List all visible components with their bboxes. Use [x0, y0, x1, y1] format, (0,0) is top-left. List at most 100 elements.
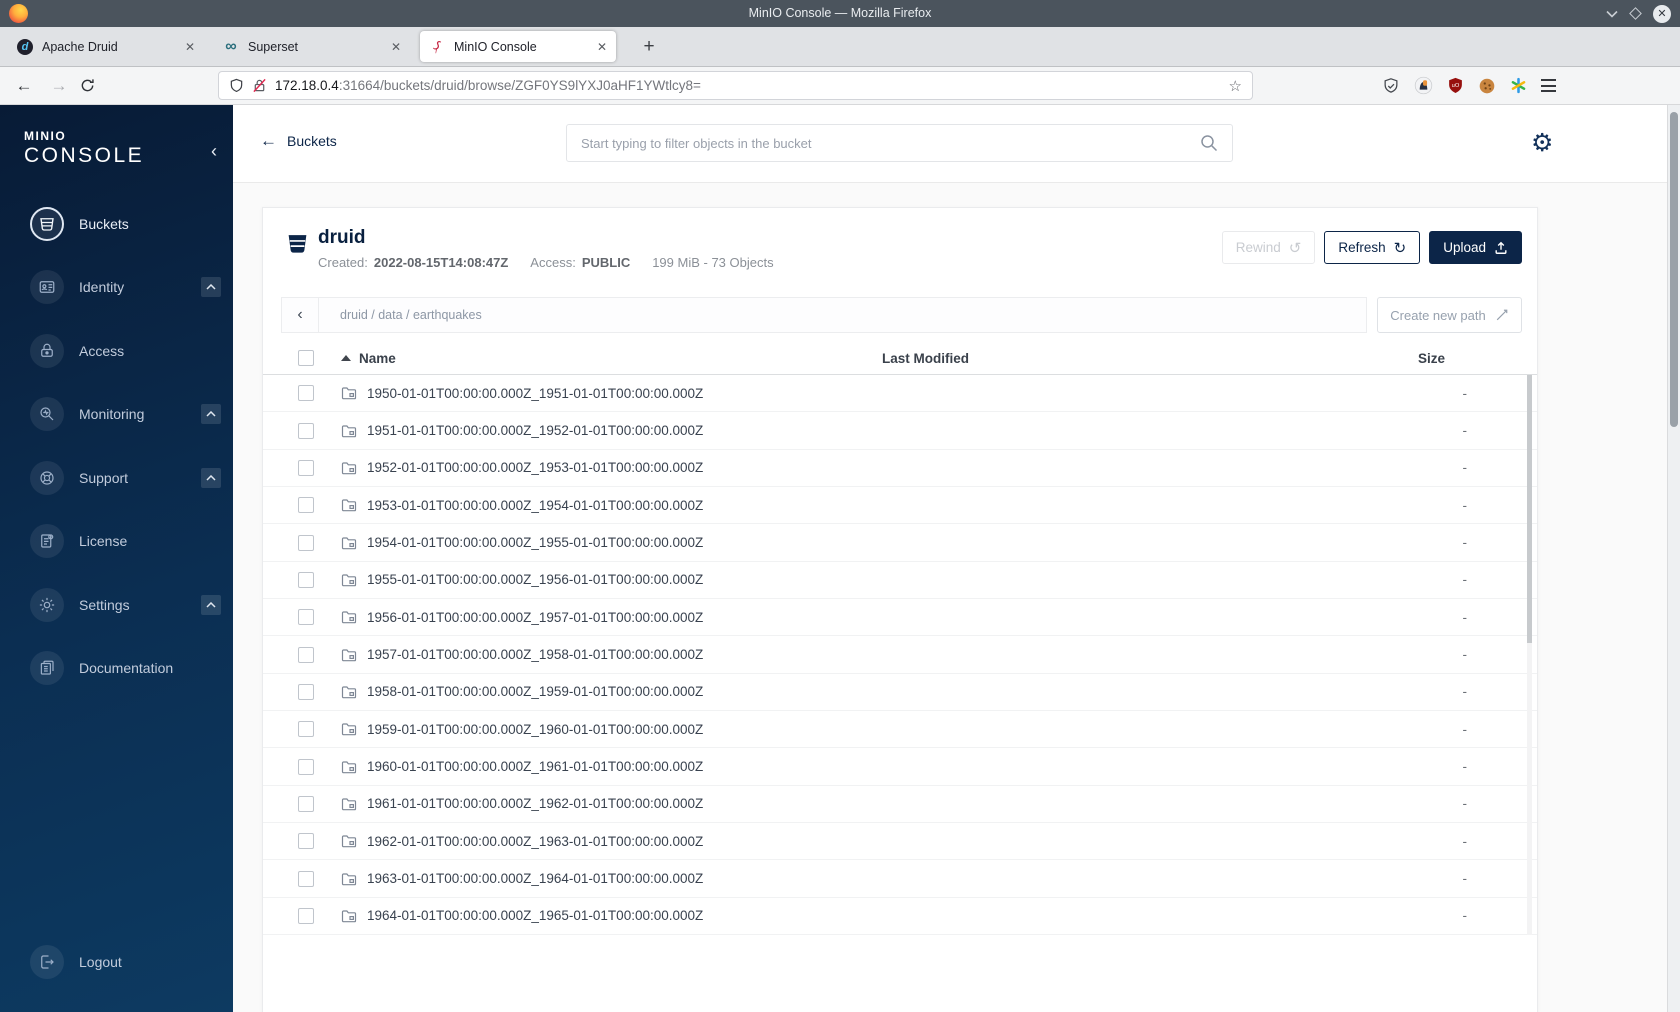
window-minimize-icon[interactable]: [1606, 10, 1618, 18]
table-row[interactable]: 1963-01-01T00:00:00.000Z_1964-01-01T00:0…: [263, 860, 1537, 898]
filter-search-box[interactable]: [566, 124, 1233, 162]
forward-button[interactable]: →: [45, 67, 73, 104]
object-name[interactable]: 1953-01-01T00:00:00.000Z_1954-01-01T00:0…: [367, 498, 703, 513]
table-row[interactable]: 1958-01-01T00:00:00.000Z_1959-01-01T00:0…: [263, 674, 1537, 712]
table-scrollbar-thumb[interactable]: [1527, 375, 1532, 643]
url-bar[interactable]: 172.18.0.4:31664/buckets/druid/browse/ZG…: [218, 71, 1253, 100]
row-checkbox[interactable]: [298, 833, 314, 850]
object-name[interactable]: 1950-01-01T00:00:00.000Z_1951-01-01T00:0…: [367, 386, 703, 401]
object-name[interactable]: 1964-01-01T00:00:00.000Z_1965-01-01T00:0…: [367, 908, 703, 923]
sort-ascending-icon[interactable]: [341, 355, 351, 361]
row-checkbox[interactable]: [298, 721, 314, 738]
row-checkbox[interactable]: [298, 870, 314, 887]
object-name[interactable]: 1963-01-01T00:00:00.000Z_1964-01-01T00:0…: [367, 871, 703, 886]
table-row[interactable]: 1955-01-01T00:00:00.000Z_1956-01-01T00:0…: [263, 562, 1537, 600]
row-checkbox[interactable]: [298, 534, 314, 551]
object-name[interactable]: 1961-01-01T00:00:00.000Z_1962-01-01T00:0…: [367, 796, 703, 811]
row-checkbox[interactable]: [298, 758, 314, 775]
table-row[interactable]: 1957-01-01T00:00:00.000Z_1958-01-01T00:0…: [263, 636, 1537, 674]
object-name[interactable]: 1958-01-01T00:00:00.000Z_1959-01-01T00:0…: [367, 684, 703, 699]
row-checkbox[interactable]: [298, 907, 314, 924]
breadcrumb-path[interactable]: druid / data / earthquakes: [319, 308, 482, 322]
bookmark-star-icon[interactable]: ☆: [1229, 77, 1242, 95]
search-input[interactable]: [581, 135, 1200, 151]
container-mask-extension-icon[interactable]: [1414, 76, 1433, 95]
table-row[interactable]: 1953-01-01T00:00:00.000Z_1954-01-01T00:0…: [263, 487, 1537, 525]
back-to-buckets-link[interactable]: ← Buckets: [260, 132, 337, 149]
url-text[interactable]: 172.18.0.4:31664/buckets/druid/browse/ZG…: [275, 78, 701, 93]
tab-superset[interactable]: ∞ Superset ✕: [214, 31, 410, 62]
object-name[interactable]: 1955-01-01T00:00:00.000Z_1956-01-01T00:0…: [367, 572, 703, 587]
tracking-shield-icon[interactable]: [229, 78, 244, 93]
tab-close-icon[interactable]: ✕: [179, 40, 195, 54]
tab-minio-console[interactable]: MinIO Console ✕: [420, 31, 616, 62]
new-tab-button[interactable]: +: [635, 36, 663, 58]
table-row[interactable]: 1951-01-01T00:00:00.000Z_1952-01-01T00:0…: [263, 412, 1537, 450]
table-row[interactable]: 1954-01-01T00:00:00.000Z_1955-01-01T00:0…: [263, 524, 1537, 562]
sidebar-item-logout[interactable]: Logout: [0, 931, 233, 995]
object-name[interactable]: 1952-01-01T00:00:00.000Z_1953-01-01T00:0…: [367, 460, 703, 475]
table-row[interactable]: 1961-01-01T00:00:00.000Z_1962-01-01T00:0…: [263, 786, 1537, 824]
sidebar-item-support[interactable]: Support: [0, 446, 233, 510]
shield-check-extension-icon[interactable]: [1382, 77, 1400, 95]
row-checkbox[interactable]: [298, 497, 314, 514]
menu-hamburger-icon[interactable]: [1541, 79, 1556, 92]
back-button[interactable]: ←: [10, 67, 38, 104]
rewind-button[interactable]: Rewind ↺: [1221, 231, 1316, 264]
upload-button[interactable]: Upload: [1429, 231, 1522, 264]
column-header-name[interactable]: Name: [359, 351, 396, 366]
row-checkbox[interactable]: [298, 459, 314, 476]
refresh-button[interactable]: Refresh ↻: [1324, 231, 1421, 264]
chevron-up-icon[interactable]: [201, 277, 221, 298]
row-checkbox[interactable]: [298, 385, 314, 402]
table-row[interactable]: 1962-01-01T00:00:00.000Z_1963-01-01T00:0…: [263, 823, 1537, 861]
object-name[interactable]: 1951-01-01T00:00:00.000Z_1952-01-01T00:0…: [367, 423, 703, 438]
sidebar-item-monitoring[interactable]: Monitoring: [0, 383, 233, 447]
ublock-origin-extension-icon[interactable]: uO: [1447, 77, 1464, 94]
console-settings-gear-icon[interactable]: ⚙: [1531, 128, 1553, 158]
chevron-up-icon[interactable]: [201, 594, 221, 615]
object-name[interactable]: 1957-01-01T00:00:00.000Z_1958-01-01T00:0…: [367, 647, 703, 662]
row-checkbox[interactable]: [298, 609, 314, 626]
colorful-asterisk-extension-icon[interactable]: [1510, 77, 1527, 94]
object-name[interactable]: 1959-01-01T00:00:00.000Z_1960-01-01T00:0…: [367, 722, 703, 737]
breadcrumb-back-button[interactable]: ‹: [282, 298, 319, 332]
sidebar-item-settings[interactable]: Settings: [0, 573, 233, 637]
window-close-button[interactable]: ✕: [1653, 4, 1671, 23]
column-header-size[interactable]: Size: [1282, 351, 1512, 366]
insecure-lock-icon[interactable]: [252, 78, 267, 93]
page-scrollbar-thumb[interactable]: [1670, 112, 1678, 427]
select-all-checkbox[interactable]: [298, 350, 314, 366]
table-scrollbar[interactable]: [1527, 375, 1532, 935]
chevron-up-icon[interactable]: [201, 467, 221, 488]
window-maximize-icon[interactable]: [1629, 7, 1642, 20]
sidebar-item-access[interactable]: Access: [0, 319, 233, 383]
object-name[interactable]: 1954-01-01T00:00:00.000Z_1955-01-01T00:0…: [367, 535, 703, 550]
cookie-extension-icon[interactable]: [1478, 77, 1496, 95]
object-name[interactable]: 1962-01-01T00:00:00.000Z_1963-01-01T00:0…: [367, 834, 703, 849]
row-checkbox[interactable]: [298, 422, 314, 439]
sidebar-item-license[interactable]: License: [0, 510, 233, 574]
table-row[interactable]: 1952-01-01T00:00:00.000Z_1953-01-01T00:0…: [263, 450, 1537, 488]
reload-button[interactable]: [80, 78, 95, 93]
tab-apache-druid[interactable]: d Apache Druid ✕: [8, 31, 204, 62]
column-header-last-modified[interactable]: Last Modified: [882, 351, 1282, 366]
tab-close-icon[interactable]: ✕: [591, 40, 607, 54]
table-row[interactable]: 1950-01-01T00:00:00.000Z_1951-01-01T00:0…: [263, 375, 1537, 413]
tab-close-icon[interactable]: ✕: [385, 40, 401, 54]
chevron-up-icon[interactable]: [201, 404, 221, 425]
sidebar-item-documentation[interactable]: Documentation: [0, 637, 233, 701]
row-checkbox[interactable]: [298, 683, 314, 700]
sidebar-item-identity[interactable]: Identity: [0, 256, 233, 320]
object-name[interactable]: 1956-01-01T00:00:00.000Z_1957-01-01T00:0…: [367, 610, 703, 625]
row-checkbox[interactable]: [298, 795, 314, 812]
table-row[interactable]: 1956-01-01T00:00:00.000Z_1957-01-01T00:0…: [263, 599, 1537, 637]
object-name[interactable]: 1960-01-01T00:00:00.000Z_1961-01-01T00:0…: [367, 759, 703, 774]
table-row[interactable]: 1959-01-01T00:00:00.000Z_1960-01-01T00:0…: [263, 711, 1537, 749]
sidebar-item-buckets[interactable]: Buckets: [0, 192, 233, 256]
page-scrollbar[interactable]: [1667, 105, 1680, 1012]
row-checkbox[interactable]: [298, 571, 314, 588]
sidebar-collapse-icon[interactable]: ‹: [211, 142, 217, 160]
table-row[interactable]: 1964-01-01T00:00:00.000Z_1965-01-01T00:0…: [263, 898, 1537, 936]
create-new-path-button[interactable]: Create new path: [1377, 297, 1522, 333]
